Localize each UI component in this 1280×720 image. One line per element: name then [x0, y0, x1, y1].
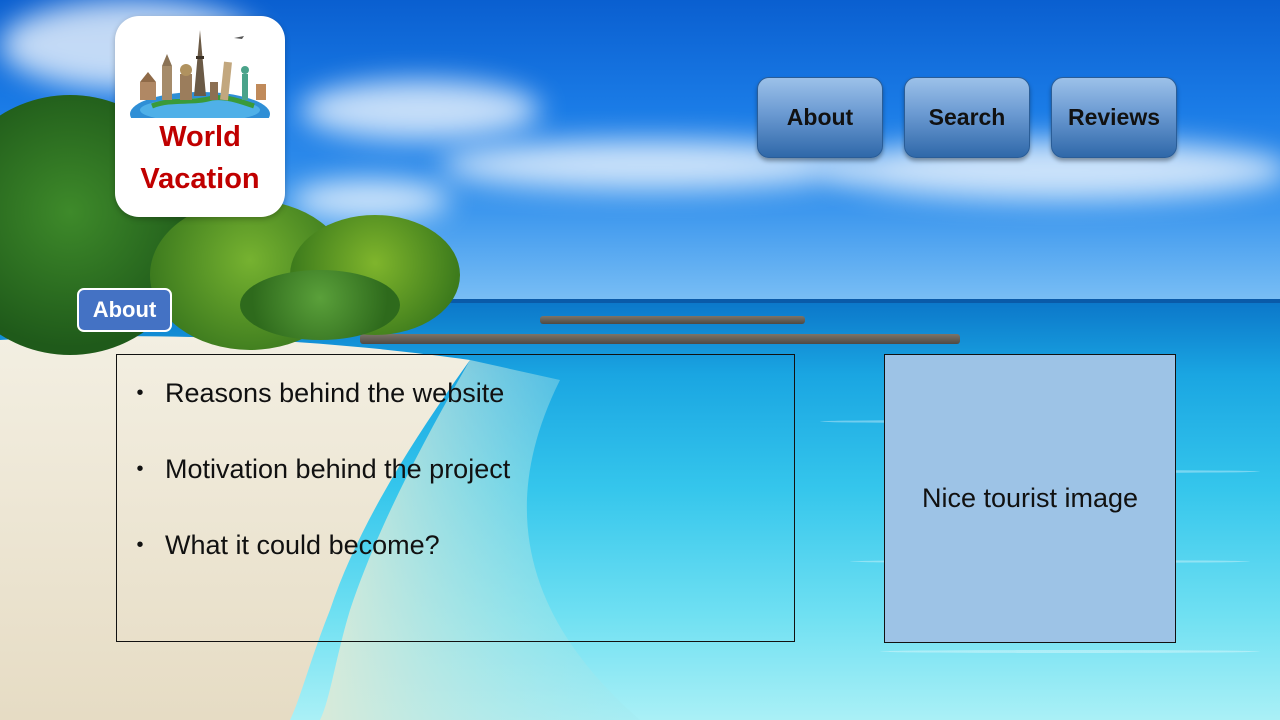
list-item: • What it could become? [125, 529, 510, 605]
section-title-badge: About [77, 288, 172, 332]
cloud [290, 180, 450, 220]
horizon [430, 299, 1280, 303]
list-item-text: What it could become? [165, 530, 440, 560]
cloud [300, 80, 540, 140]
logo-title-line2: Vacation [140, 163, 260, 195]
about-nav-button[interactable]: About [757, 77, 883, 158]
tourist-image-placeholder: Nice tourist image [884, 354, 1176, 643]
list-item: • Reasons behind the website [125, 377, 510, 453]
image-placeholder-label: Nice tourist image [921, 483, 1139, 513]
tropical-trees [240, 270, 400, 340]
world-landmarks-globe-icon [130, 30, 270, 118]
stone-jetty [360, 334, 960, 344]
world-vacation-logo[interactable]: World Vacation [115, 16, 285, 217]
bullet-list: • Reasons behind the website • Motivatio… [125, 377, 510, 605]
bullet-icon: • [136, 382, 144, 404]
list-item: • Motivation behind the project [125, 453, 510, 529]
reviews-nav-button[interactable]: Reviews [1051, 77, 1177, 158]
stone-jetty [540, 316, 805, 324]
about-content-box: • Reasons behind the website • Motivatio… [116, 354, 795, 642]
logo-title-line1: World [159, 121, 241, 153]
list-item-text: Motivation behind the project [165, 454, 511, 484]
bullet-icon: • [136, 458, 144, 480]
search-nav-button[interactable]: Search [904, 77, 1030, 158]
bullet-icon: • [136, 534, 144, 556]
list-item-text: Reasons behind the website [165, 378, 505, 408]
